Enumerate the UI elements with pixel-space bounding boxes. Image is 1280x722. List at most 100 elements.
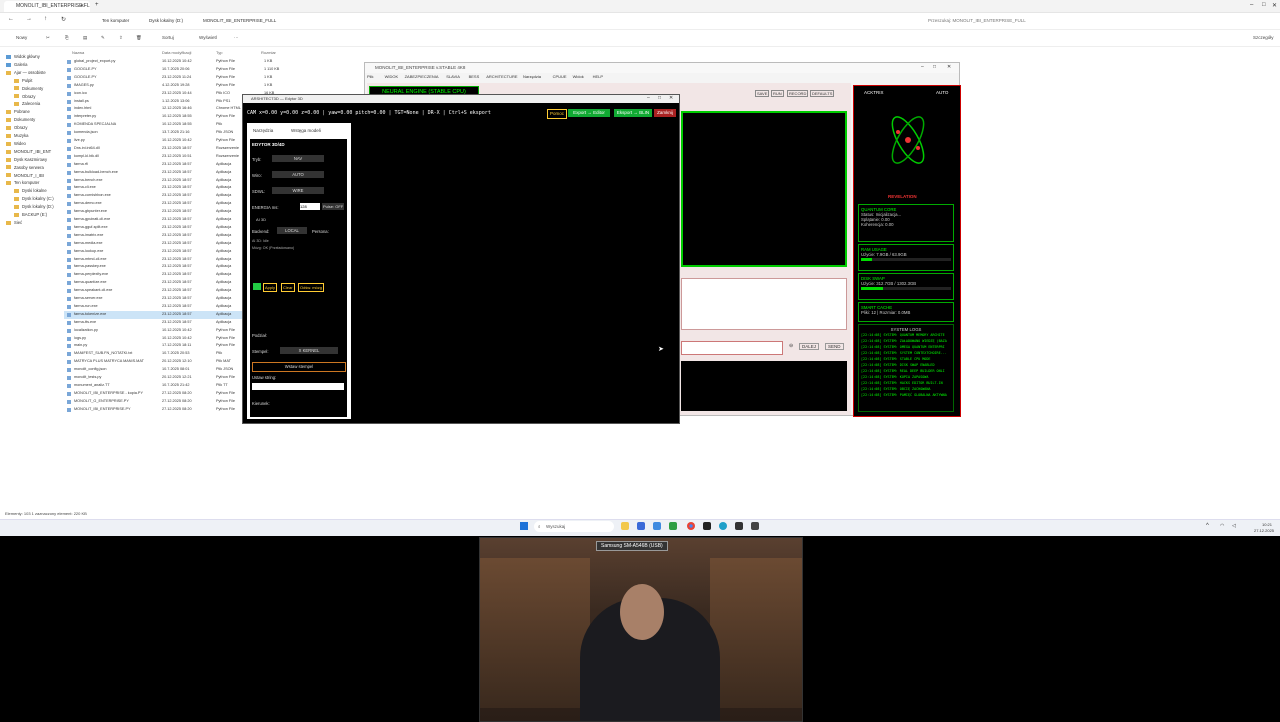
nav-item[interactable]: Dysk lokalny (C:) (14, 196, 54, 201)
nav-item[interactable]: Sieć (6, 220, 22, 225)
tryb-select[interactable]: NAV (272, 155, 324, 162)
editor-close-icon[interactable]: ✕ (669, 95, 673, 101)
tray-chevron-icon[interactable]: ^ (1206, 523, 1209, 529)
export-editor-button[interactable]: Export → Editor (568, 109, 610, 117)
app-icon[interactable] (751, 522, 759, 530)
nav-item[interactable]: Dokumenty (6, 117, 35, 122)
sdwl-select[interactable]: WIRE (272, 187, 324, 194)
3d-viewport[interactable] (355, 123, 675, 419)
search-input[interactable]: Przeszukaj: MONOLIT_IBI_ENTERPRISE_FULL (928, 18, 1026, 23)
editor-minimize-icon[interactable]: – (647, 95, 650, 101)
nav-item[interactable]: Muzyka (6, 133, 28, 138)
notepad-icon[interactable] (669, 522, 677, 530)
nav-item[interactable]: Galeria (6, 62, 28, 67)
monolit-minimize-icon[interactable]: – (921, 64, 924, 70)
file-row[interactable]: IMAGES.py 4.12.2025 19:28 Python File 1 KB (64, 82, 289, 90)
tab-wstega-modeli[interactable]: Wstęga modeli (291, 128, 321, 133)
nav-item[interactable]: Zasoby serwera (6, 165, 44, 170)
terminal-icon[interactable] (735, 522, 743, 530)
menu-item[interactable]: SLAVIA (446, 73, 460, 81)
auto-toggle[interactable]: AUTO (936, 90, 948, 95)
start-icon[interactable] (520, 522, 528, 530)
nav-item[interactable]: Pobrane (6, 109, 30, 114)
more-icon[interactable]: ··· (234, 35, 239, 40)
breadcrumb-folder[interactable]: MONOLIT_IBI_ENTERPRISE_FULL (203, 18, 276, 23)
string-input[interactable] (252, 383, 344, 390)
file-row[interactable]: GOOGLE.PY 23.12.2025 11:24 Python File 1 KB (64, 74, 289, 82)
clear-button[interactable]: Clear (281, 283, 295, 292)
menu-item[interactable]: ARCHITECTURE (486, 73, 517, 81)
stempel-select[interactable]: X KERNEL (280, 347, 338, 354)
column-header-name[interactable]: Nazwa (72, 50, 84, 55)
menu-item[interactable]: Widok (573, 73, 584, 81)
menu-item[interactable]: Narzędzia (523, 73, 541, 81)
cut-icon[interactable]: ✂ (46, 35, 50, 41)
energia-input[interactable]: 128 (300, 203, 320, 210)
nav-item[interactable]: Wideo (6, 141, 26, 146)
apply-button[interactable]: Apply (263, 283, 278, 292)
refresh-brain-button[interactable]: Odśw. mózg (298, 283, 325, 292)
forward-icon[interactable]: → (26, 16, 32, 22)
record-button[interactable]: RECORD (787, 90, 809, 97)
menu-item[interactable]: Plik (367, 73, 373, 81)
nav-item[interactable]: Zalecenia (14, 101, 40, 106)
maximize-icon[interactable]: □ (1262, 2, 1266, 8)
back-icon[interactable]: ← (8, 16, 14, 22)
insert-stamp-button[interactable]: Wstaw stempel (252, 362, 346, 372)
chrome-icon[interactable] (687, 522, 695, 530)
backend-select[interactable]: LOCAL (277, 227, 307, 234)
nav-item[interactable]: Pulpit (14, 78, 32, 83)
close-editor-button[interactable]: Zamknij (654, 109, 676, 117)
delete-icon[interactable]: 🗑 (136, 35, 142, 41)
monolit-close-icon[interactable]: ✕ (947, 64, 951, 70)
file-explorer-icon[interactable] (621, 522, 629, 530)
tab-narzedzia[interactable]: Narzędzia (253, 128, 273, 133)
stop-icon[interactable]: ⊖ (789, 343, 793, 349)
column-header-size[interactable]: Rozmiar (261, 50, 276, 55)
nav-item[interactable]: MONOLIT_IBI_ENT (6, 149, 51, 154)
view-button[interactable]: Wyświetl (199, 35, 217, 40)
help-button[interactable]: Pomoc (547, 109, 567, 119)
details-button[interactable]: Szczegóły (1253, 35, 1274, 40)
up-icon[interactable]: ↑ (44, 16, 47, 22)
share-icon[interactable]: ⇪ (119, 35, 123, 41)
refresh-icon[interactable]: ↻ (61, 16, 66, 23)
sort-button[interactable]: Sortuj (162, 35, 174, 40)
nav-item[interactable]: BACKUP (E:) (14, 212, 47, 217)
volume-icon[interactable]: ◁ (1232, 523, 1236, 529)
menu-item[interactable]: HELP (593, 73, 603, 81)
rename-icon[interactable]: ✎ (101, 35, 105, 41)
taskbar-search[interactable]: ⌕ Wyszukaj (534, 521, 614, 532)
explorer-tab[interactable]: MONOLIT_IBI_ENTERPRISE.FL (4, 1, 90, 12)
save-button[interactable]: SAVE (755, 90, 770, 97)
github-icon[interactable] (703, 522, 711, 530)
pulse-toggle[interactable]: Pulse: OFF (322, 203, 345, 210)
time-label[interactable]: 10:21 (1262, 522, 1272, 527)
copy-icon[interactable]: ⎘ (65, 35, 69, 40)
close-tab-icon[interactable]: ✕ (80, 3, 84, 9)
date-label[interactable]: 27.12.2025 (1254, 528, 1274, 533)
send-button[interactable]: SEND (825, 343, 844, 350)
menu-item[interactable]: ZABEZPIECZENIA (405, 73, 439, 81)
defaults-button[interactable]: DEFAULTS (810, 90, 835, 97)
menu-item[interactable]: BESS (469, 73, 480, 81)
nav-item[interactable]: Dokumenty (14, 86, 43, 91)
column-header-type[interactable]: Typ (216, 50, 222, 55)
network-icon[interactable]: ◠ (1220, 523, 1224, 529)
nav-item[interactable]: Dysk Kaszmirowy (6, 157, 47, 162)
wiro-select[interactable]: AUTO (272, 171, 324, 178)
menu-item[interactable]: WIDOK (385, 73, 399, 81)
minimize-icon[interactable]: – (1250, 2, 1253, 8)
new-tab-icon[interactable]: + (95, 2, 99, 8)
nav-item[interactable]: Widok główny (6, 54, 40, 59)
camera-app-icon[interactable] (637, 522, 645, 530)
paste-icon[interactable]: ▤ (83, 35, 87, 41)
nav-item[interactable]: Dysk lokalny (D:) (14, 204, 54, 209)
nav-item[interactable]: Ten komputer (6, 180, 39, 185)
new-button[interactable]: Nowy (16, 35, 27, 40)
store-icon[interactable] (653, 522, 661, 530)
editor-maximize-icon[interactable]: □ (658, 95, 661, 101)
export-blin-button[interactable]: Eksport → BLIN (614, 109, 652, 117)
nav-item[interactable]: Obrazy (14, 94, 36, 99)
command-input[interactable] (681, 341, 783, 355)
